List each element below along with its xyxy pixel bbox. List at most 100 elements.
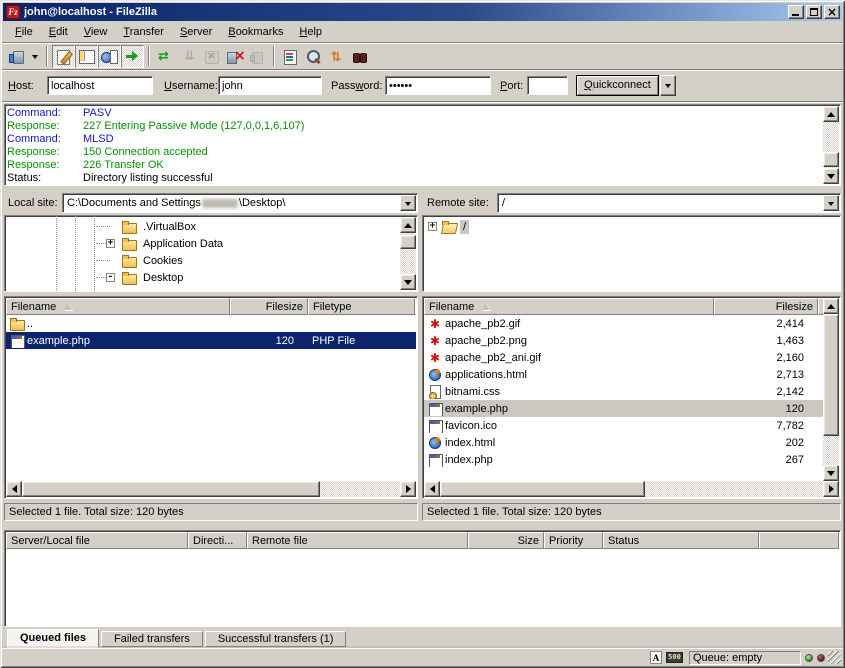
column-header-priority[interactable]: Priority [544,532,603,549]
column-header-filesize[interactable]: Filesize [714,298,818,315]
disconnect-icon [226,48,243,65]
menu-item-bookmarks[interactable]: Bookmarks [220,24,291,41]
scroll-up-button[interactable] [823,106,839,122]
local-site-dropdown-button[interactable] [400,195,416,211]
scroll-thumb[interactable] [823,152,839,167]
sort-ascending-icon [482,303,490,310]
file-row[interactable]: index.html202 [424,434,823,451]
scroll-down-button[interactable] [823,465,839,481]
scroll-left-button[interactable] [424,481,440,497]
find-files-icon [351,48,368,65]
tree-item[interactable]: -Desktop [6,269,400,286]
scroll-down-button[interactable] [400,274,416,290]
scroll-thumb[interactable] [22,481,320,497]
column-header-size[interactable]: Size [468,532,544,549]
minimize-icon [792,14,799,16]
remote-list-vscrollbar[interactable] [823,298,839,481]
file-row[interactable]: apache_pb2_ani.gif2,160 [424,349,823,366]
cancel-operation-icon [203,48,220,65]
tree-expander-icon[interactable]: + [106,239,115,248]
column-header-directi-[interactable]: Directi... [188,532,247,549]
file-row[interactable]: example.php120 [424,400,823,417]
tree-item-label: Application Data [140,237,226,251]
local-tree-scrollbar[interactable] [400,217,416,290]
column-header-filename[interactable]: Filename [424,298,714,315]
toggle-local-tree-button[interactable] [75,45,98,68]
file-row[interactable]: applications.html2,713 [424,366,823,383]
file-row[interactable]: favicon.ico7,782 [424,417,823,434]
file-row[interactable]: bitnami.css2,142 [424,383,823,400]
port-input[interactable] [527,76,568,95]
local-site-combo[interactable]: C:\Documents and Settings\Desktop\ [62,193,418,213]
process-queue-icon [180,48,197,65]
tree-item[interactable]: + Application Data [6,235,400,252]
tree-item[interactable]: .VirtualBox [6,218,400,235]
quickconnect-button[interactable]: Quickconnect [576,75,659,96]
remote-site-dropdown-button[interactable] [823,195,839,211]
column-header-status[interactable]: Status [603,532,759,549]
file-row[interactable]: apache_pb2.png1,463 [424,332,823,349]
file-row[interactable]: example.php120PHP File1 [6,332,416,349]
file-row[interactable]: .. [6,315,416,332]
activity-led-green-icon [805,654,813,662]
directory-listing-filters-button[interactable] [279,45,302,68]
toggle-remote-tree-button[interactable] [98,45,121,68]
panel-splitter[interactable] [418,192,422,521]
resize-grip[interactable] [828,651,841,664]
close-button[interactable] [824,5,840,19]
separator [2,69,843,71]
host-input[interactable] [47,76,153,95]
find-files-button[interactable] [348,45,371,68]
tab-queued-files[interactable]: Queued files [7,629,99,648]
disconnect-button[interactable] [223,45,246,68]
menu-item-edit[interactable]: Edit [41,24,76,41]
message-log-scrollbar[interactable] [823,106,839,184]
transfer-queue: Server/Local fileDirecti...Remote fileSi… [4,530,841,627]
scroll-up-button[interactable] [823,298,839,314]
menu-item-server[interactable]: Server [172,24,220,41]
file-row[interactable]: apache_pb2.gif2,414 [424,315,823,332]
scroll-up-button[interactable] [400,217,416,233]
toggle-transfer-queue-button[interactable] [121,45,144,68]
column-header-remote-file[interactable]: Remote file [247,532,468,549]
username-input[interactable] [218,76,322,95]
site-manager-button[interactable] [5,45,28,68]
column-header-filetype[interactable]: Filetype [308,298,415,315]
refresh-button[interactable] [154,45,177,68]
tab-successful-transfers-1-[interactable]: Successful transfers (1) [205,631,347,647]
column-header-l[interactable]: L [415,298,416,315]
tab-failed-transfers[interactable]: Failed transfers [101,631,203,647]
toggle-message-log-button[interactable] [52,45,75,68]
column-header-server-local-file[interactable]: Server/Local file [6,532,188,549]
minimize-button[interactable] [788,5,804,19]
menu-item-transfer[interactable]: Transfer [115,24,172,41]
tree-expander-icon[interactable]: + [428,222,437,231]
menu-item-help[interactable]: Help [291,24,330,41]
column-header-filesize[interactable]: Filesize [230,298,308,315]
scroll-thumb[interactable] [400,235,416,249]
menu-item-file[interactable]: File [7,24,41,41]
scroll-thumb[interactable] [440,481,645,497]
username-label: Username: [164,80,218,92]
compare-directories-button[interactable] [302,45,325,68]
remote-list-hscrollbar[interactable] [424,481,839,497]
tree-item[interactable]: Cookies [6,252,400,269]
scroll-thumb[interactable] [823,314,839,436]
tree-item[interactable]: +/ [424,218,839,235]
quickconnect-dropdown-button[interactable] [660,75,676,96]
scroll-left-button[interactable] [6,481,22,497]
scroll-right-button[interactable] [400,481,416,497]
file-row[interactable]: index.php267 [424,451,823,468]
scroll-down-button[interactable] [823,168,839,184]
site-manager-dropdown-button[interactable] [28,45,41,67]
remote-path: / [502,197,505,209]
local-list-hscrollbar[interactable] [6,481,416,497]
tree-expander-icon[interactable]: - [106,273,115,282]
maximize-button[interactable] [806,5,822,19]
menu-item-view[interactable]: View [76,24,116,41]
column-header-filename[interactable]: Filename [6,298,230,315]
synchronized-browsing-button[interactable] [325,45,348,68]
password-input[interactable] [385,76,491,95]
scroll-right-button[interactable] [823,481,839,497]
remote-site-combo[interactable]: / [497,193,841,213]
